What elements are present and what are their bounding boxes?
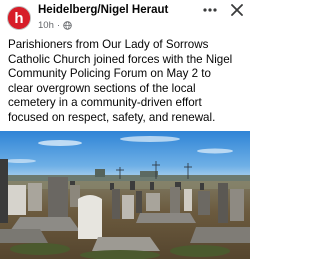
avatar-letter: h [14, 10, 23, 27]
globe-icon [63, 21, 72, 30]
close-icon[interactable] [231, 4, 243, 16]
post-text-line: Community Policing Forum on May 2 to [8, 67, 211, 81]
post-meta: 10h · [38, 20, 72, 31]
post-text-line: cemetery in a community-driven effort [8, 96, 202, 110]
post-body-text: Parishioners from Our Lady of Sorrows Ca… [8, 38, 248, 126]
meta-separator: · [56, 20, 61, 31]
page-avatar[interactable]: h [7, 6, 31, 30]
cemetery-photo[interactable] [0, 131, 250, 259]
post-header: h Heidelberg/Nigel Heraut 10h · [0, 0, 250, 36]
post-text-line: focused on respect, safety, and renewal. [8, 110, 216, 124]
page-logo-icon: h [8, 7, 30, 29]
facebook-post-card: h Heidelberg/Nigel Heraut 10h · Parishio… [0, 0, 250, 259]
post-text-line: clear overgrown sections of the local [8, 81, 196, 95]
post-text-line: Catholic Church joined forces with the N… [8, 52, 233, 66]
cemetery-photo-image [0, 131, 250, 259]
post-time[interactable]: 10h [38, 20, 54, 31]
post-text-line: Parishioners from Our Lady of Sorrows [8, 38, 209, 51]
page-name-link[interactable]: Heidelberg/Nigel Heraut [38, 4, 168, 16]
more-horizontal-icon[interactable] [203, 7, 217, 13]
